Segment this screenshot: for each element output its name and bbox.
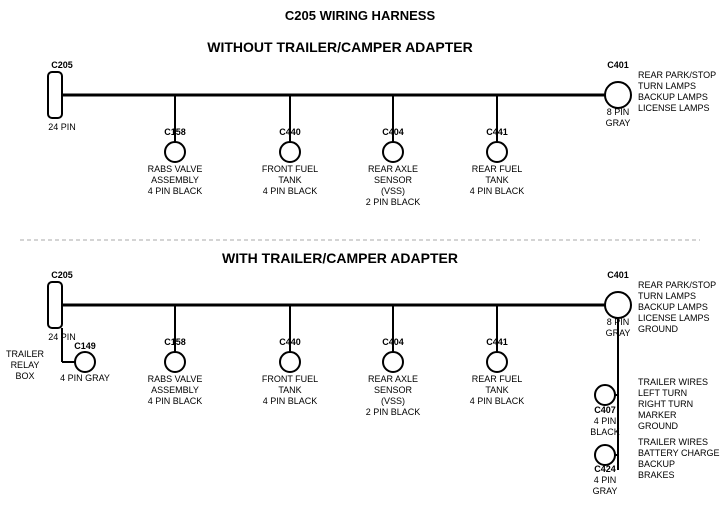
svg-text:C158: C158 <box>164 127 186 137</box>
section1-label: WITHOUT TRAILER/CAMPER ADAPTER <box>207 39 472 55</box>
svg-text:4 PIN BLACK: 4 PIN BLACK <box>263 186 318 196</box>
svg-text:BACKUP: BACKUP <box>638 459 675 469</box>
svg-text:TRAILER: TRAILER <box>6 349 45 359</box>
svg-text:4 PIN GRAY: 4 PIN GRAY <box>60 373 110 383</box>
svg-text:MARKER: MARKER <box>638 410 677 420</box>
svg-text:4 PIN BLACK: 4 PIN BLACK <box>263 396 318 406</box>
svg-text:2 PIN BLACK: 2 PIN BLACK <box>366 407 421 417</box>
svg-text:TANK: TANK <box>485 175 508 185</box>
svg-text:(VSS): (VSS) <box>381 396 405 406</box>
svg-text:24 PIN: 24 PIN <box>48 122 76 132</box>
svg-text:BRAKES: BRAKES <box>638 470 675 480</box>
svg-text:GRAY: GRAY <box>593 486 618 496</box>
svg-text:C424: C424 <box>594 464 616 474</box>
svg-text:C407: C407 <box>594 405 616 415</box>
svg-text:SENSOR: SENSOR <box>374 385 413 395</box>
svg-text:C404: C404 <box>382 337 404 347</box>
svg-text:REAR FUEL: REAR FUEL <box>472 164 523 174</box>
svg-text:4 PIN BLACK: 4 PIN BLACK <box>148 186 203 196</box>
svg-text:8 PIN: 8 PIN <box>607 107 630 117</box>
svg-text:TRAILER WIRES: TRAILER WIRES <box>638 377 708 387</box>
svg-text:BOX: BOX <box>15 371 34 381</box>
svg-text:SENSOR: SENSOR <box>374 175 413 185</box>
svg-text:REAR FUEL: REAR FUEL <box>472 374 523 384</box>
svg-text:BACKUP LAMPS: BACKUP LAMPS <box>638 92 708 102</box>
svg-text:4 PIN: 4 PIN <box>594 416 617 426</box>
svg-text:C205: C205 <box>51 60 73 70</box>
svg-text:C401: C401 <box>607 270 629 280</box>
svg-text:REAR PARK/STOP: REAR PARK/STOP <box>638 70 716 80</box>
svg-text:WITH TRAILER/CAMPER ADAPTER: WITH TRAILER/CAMPER ADAPTER <box>222 250 458 266</box>
svg-text:C205: C205 <box>51 270 73 280</box>
svg-text:LICENSE LAMPS: LICENSE LAMPS <box>638 103 710 113</box>
svg-text:GROUND: GROUND <box>638 421 678 431</box>
svg-text:REAR AXLE: REAR AXLE <box>368 374 418 384</box>
svg-text:REAR AXLE: REAR AXLE <box>368 164 418 174</box>
svg-text:TANK: TANK <box>278 385 301 395</box>
svg-text:C441: C441 <box>486 337 508 347</box>
svg-text:BACKUP LAMPS: BACKUP LAMPS <box>638 302 708 312</box>
svg-text:BLACK: BLACK <box>590 427 620 437</box>
svg-text:2 PIN BLACK: 2 PIN BLACK <box>366 197 421 207</box>
svg-text:ASSEMBLY: ASSEMBLY <box>151 385 199 395</box>
svg-text:RABS VALVE: RABS VALVE <box>148 164 203 174</box>
diagram: C205 WIRING HARNESS WITHOUT TRAILER/CAMP… <box>0 0 720 517</box>
svg-text:4 PIN: 4 PIN <box>594 475 617 485</box>
svg-text:LEFT TURN: LEFT TURN <box>638 388 687 398</box>
svg-text:TURN LAMPS: TURN LAMPS <box>638 291 696 301</box>
svg-text:GROUND: GROUND <box>638 324 678 334</box>
svg-text:GRAY: GRAY <box>606 118 631 128</box>
svg-text:C401: C401 <box>607 60 629 70</box>
svg-text:REAR PARK/STOP: REAR PARK/STOP <box>638 280 716 290</box>
svg-text:C440: C440 <box>279 337 301 347</box>
svg-text:C440: C440 <box>279 127 301 137</box>
svg-text:RABS VALVE: RABS VALVE <box>148 374 203 384</box>
svg-text:TRAILER WIRES: TRAILER WIRES <box>638 437 708 447</box>
svg-text:FRONT FUEL: FRONT FUEL <box>262 164 318 174</box>
svg-text:4 PIN BLACK: 4 PIN BLACK <box>470 186 525 196</box>
svg-text:(VSS): (VSS) <box>381 186 405 196</box>
svg-text:LICENSE LAMPS: LICENSE LAMPS <box>638 313 710 323</box>
svg-text:TANK: TANK <box>485 385 508 395</box>
svg-text:4 PIN BLACK: 4 PIN BLACK <box>148 396 203 406</box>
svg-text:C441: C441 <box>486 127 508 137</box>
svg-text:BATTERY CHARGE: BATTERY CHARGE <box>638 448 720 458</box>
svg-text:4 PIN BLACK: 4 PIN BLACK <box>470 396 525 406</box>
svg-text:RIGHT TURN: RIGHT TURN <box>638 399 693 409</box>
wiring-diagram-svg: WITHOUT TRAILER/CAMPER ADAPTER C205 24 P… <box>0 0 720 517</box>
svg-text:C158: C158 <box>164 337 186 347</box>
svg-text:TANK: TANK <box>278 175 301 185</box>
svg-text:C404: C404 <box>382 127 404 137</box>
svg-text:RELAY: RELAY <box>11 360 40 370</box>
svg-text:FRONT FUEL: FRONT FUEL <box>262 374 318 384</box>
svg-text:TURN LAMPS: TURN LAMPS <box>638 81 696 91</box>
svg-text:ASSEMBLY: ASSEMBLY <box>151 175 199 185</box>
svg-text:C149: C149 <box>74 341 96 351</box>
